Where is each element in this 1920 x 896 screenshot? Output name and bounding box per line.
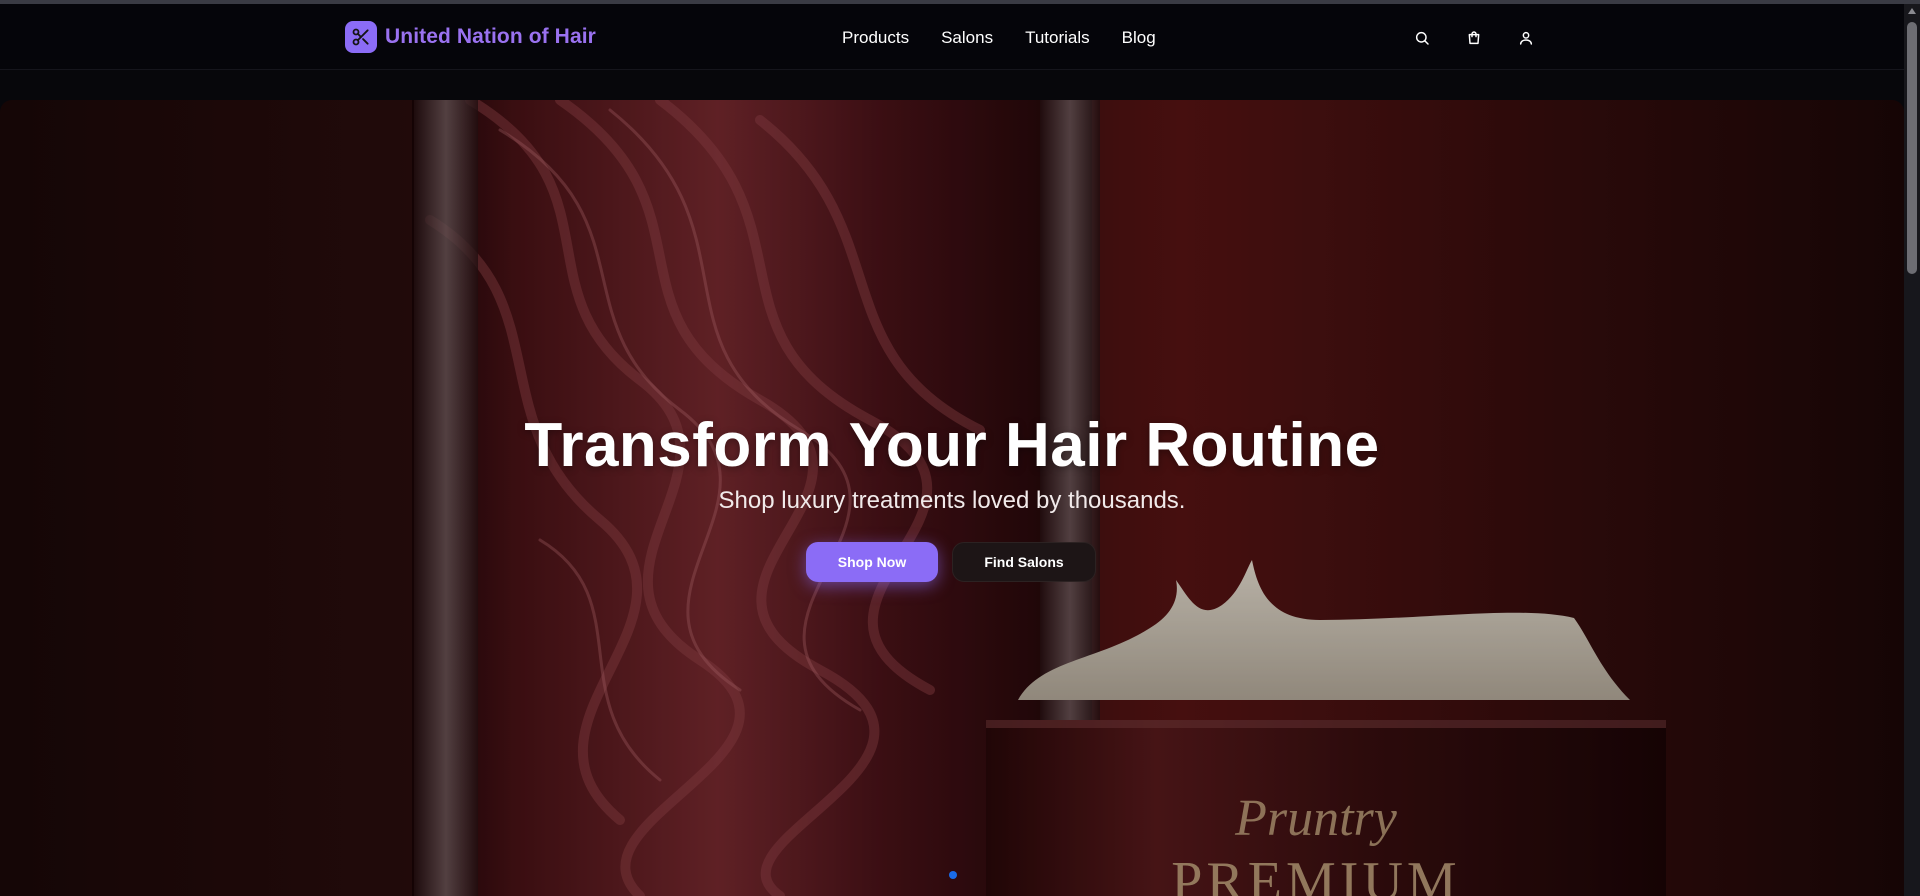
brand-name: United Nation of Hair <box>385 25 596 48</box>
nav-link-salons[interactable]: Salons <box>941 28 993 48</box>
brand-link[interactable]: United Nation of Hair <box>345 21 596 53</box>
main-nav: Products Salons Tutorials Blog <box>842 28 1156 48</box>
navbar: United Nation of Hair Products Salons Tu… <box>0 4 1904 70</box>
hero-title: Transform Your Hair Routine <box>524 411 1380 480</box>
nav-link-tutorials[interactable]: Tutorials <box>1025 28 1090 48</box>
scissors-icon <box>345 21 377 53</box>
shop-now-button[interactable]: Shop Now <box>806 542 938 582</box>
nav-link-blog[interactable]: Blog <box>1122 28 1156 48</box>
find-salons-button[interactable]: Find Salons <box>952 542 1096 582</box>
shopping-bag-icon[interactable] <box>1465 29 1483 47</box>
carousel-indicators <box>949 871 957 879</box>
search-icon[interactable] <box>1413 29 1431 47</box>
user-icon[interactable] <box>1517 29 1535 47</box>
hero-subtitle: Shop luxury treatments loved by thousand… <box>718 487 1186 514</box>
hero-actions: Shop Now Find Salons <box>806 542 1096 582</box>
nav-link-products[interactable]: Products <box>842 28 909 48</box>
nav-actions <box>1413 29 1535 47</box>
scrollbar-thumb[interactable] <box>1907 22 1917 274</box>
hero-banner: Pruntry PREMIUM Transform Your Hair Rout… <box>0 100 1904 896</box>
page-scrollbar[interactable] <box>1904 4 1920 896</box>
carousel-dot-active[interactable] <box>949 871 957 879</box>
scroll-up-arrow-icon[interactable] <box>1908 8 1916 14</box>
